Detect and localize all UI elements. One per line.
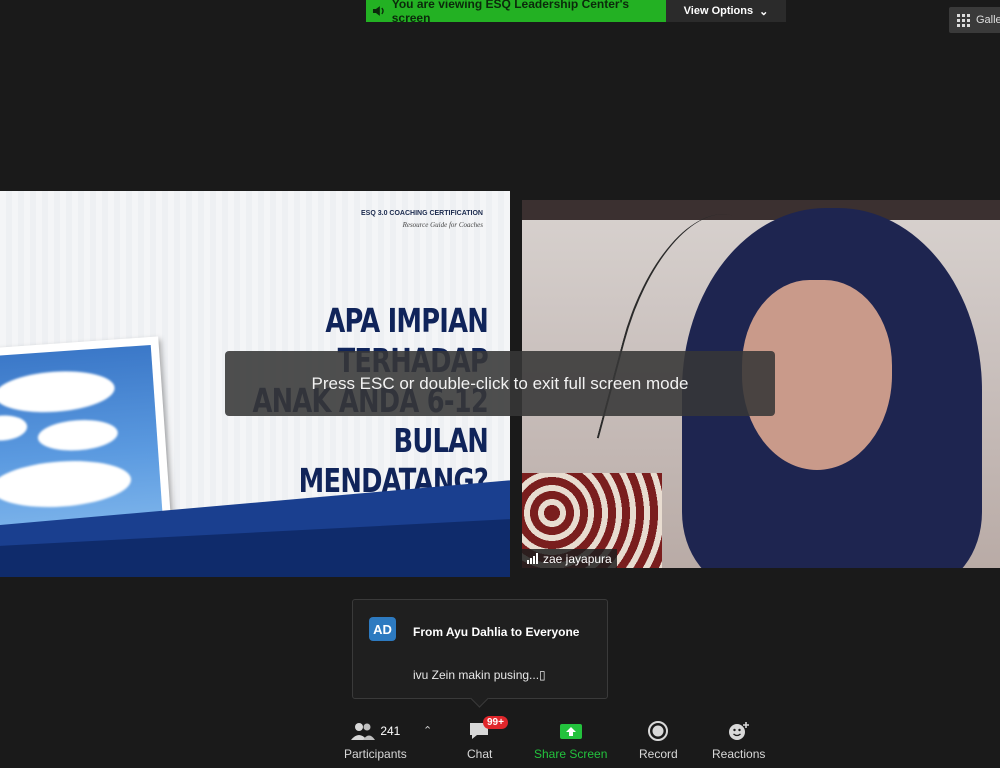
slide-header-subtitle: Resource Guide for Coaches	[402, 221, 483, 229]
participants-button[interactable]: 241 Participants	[344, 718, 407, 768]
reactions-label: Reactions	[712, 747, 766, 761]
viewing-screen-banner: You are viewing ESQ Leadership Center's …	[366, 0, 666, 25]
grid-icon	[957, 13, 970, 27]
chat-unread-badge: 99+	[483, 716, 508, 729]
chevron-up-icon[interactable]: ⌃	[423, 724, 432, 737]
share-screen-button[interactable]: Share Screen	[534, 718, 607, 768]
participant-name-tag: zae jayapura	[522, 549, 617, 568]
view-options-button[interactable]: View Options ⌄	[666, 0, 786, 22]
fullscreen-exit-notice: Press ESC or double-click to exit full s…	[225, 351, 775, 416]
reactions-button[interactable]: Reactions	[712, 718, 765, 768]
slide-header-title: ESQ 3.0 COACHING CERTIFICATION	[361, 210, 483, 217]
signal-strength-icon	[527, 553, 538, 564]
chat-notification[interactable]: AD From Ayu Dahlia to Everyone ivu Zein …	[352, 599, 608, 708]
participants-label: Participants	[344, 747, 407, 761]
sky-photo	[0, 336, 172, 540]
record-label: Record	[639, 747, 678, 761]
participants-count: 241	[380, 724, 401, 738]
chat-message: ivu Zein makin pusing...▯	[413, 668, 546, 682]
share-screen-icon	[559, 724, 582, 739]
share-screen-label: Share Screen	[534, 747, 608, 761]
smiley-icon	[728, 722, 749, 740]
participants-icon	[351, 723, 376, 740]
banner-text: You are viewing ESQ Leadership Center's …	[391, 0, 630, 25]
chat-label: Chat	[467, 747, 493, 761]
view-options-label: View Options	[683, 5, 754, 17]
chevron-down-icon: ⌄	[759, 5, 769, 18]
record-button[interactable]: Record	[639, 718, 678, 768]
record-icon	[648, 721, 669, 741]
gallery-view-button[interactable]: Galle	[949, 7, 1000, 33]
avatar: AD	[369, 617, 396, 641]
fullscreen-notice-text: Press ESC or double-click to exit full s…	[311, 373, 689, 393]
participant-name: zae jayapura	[543, 551, 612, 566]
chat-sender: From Ayu Dahlia to Everyone	[413, 625, 580, 639]
gallery-label: Galle	[976, 14, 1000, 26]
speaker-icon	[372, 6, 384, 16]
